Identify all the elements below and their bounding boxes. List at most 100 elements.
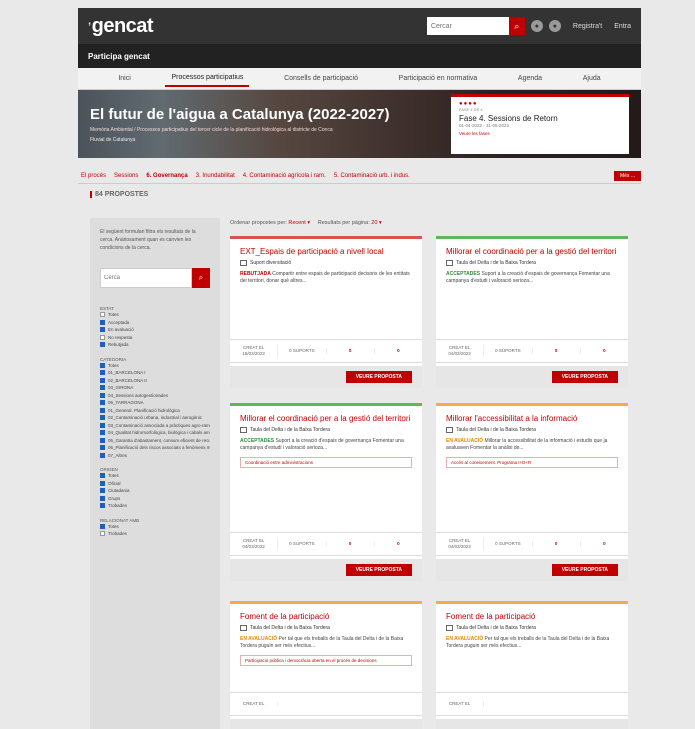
sort-dropdown[interactable]: Recent ▾: [288, 220, 310, 226]
header-search-input[interactable]: [426, 17, 509, 35]
nav-item-inici[interactable]: Inici: [112, 71, 136, 86]
filter-checkbox[interactable]: [100, 480, 105, 486]
nav-item-agenda[interactable]: Agenda: [512, 71, 548, 86]
filter-option[interactable]: 04_Qualitat hidromorfològica, biològica …: [100, 429, 210, 437]
filter-checkbox[interactable]: [100, 362, 105, 368]
nav-item-normativa[interactable]: Participació en normativa: [393, 71, 484, 86]
filter-option[interactable]: 02_BARCELONA II: [100, 377, 210, 385]
proposal-tag[interactable]: Accés al coneixement. Programa I+D+R: [446, 457, 618, 468]
filter-checkbox[interactable]: [100, 407, 105, 413]
filter-option[interactable]: No respesta: [100, 334, 210, 342]
nav-item-ajuda[interactable]: Ajuda: [577, 71, 607, 86]
sort-bar: Ordenar propostes per: Recent ▾ Resultat…: [230, 220, 382, 226]
filter-option[interactable]: 04_Sessions autogestionades: [100, 392, 210, 400]
filter-checkbox[interactable]: [100, 430, 105, 436]
filter-checkbox[interactable]: [100, 437, 105, 443]
accessibility-icon[interactable]: ●: [548, 20, 561, 32]
per-page-dropdown[interactable]: 20 ▾: [371, 220, 381, 226]
nav-item-consells[interactable]: Consells de participació: [278, 71, 364, 86]
filter-option[interactable]: Grups: [100, 495, 210, 503]
proposal-title[interactable]: Millorar el coordinació per a la gestió …: [446, 247, 618, 257]
filter-option[interactable]: Ciutadania: [100, 487, 210, 495]
filter-option[interactable]: Trobades: [100, 502, 210, 510]
filter-checkbox[interactable]: [100, 377, 105, 383]
proposal-card[interactable]: Millorar l'accessibilitat a la informaci…: [436, 403, 628, 581]
filter-checkbox[interactable]: [100, 415, 105, 421]
created-date: 04/03/2022: [242, 544, 265, 549]
filter-option[interactable]: 01_BARCELONA I: [100, 369, 210, 377]
view-proposal-button[interactable]: VEURE PROPOSTA: [345, 564, 412, 576]
language-icon[interactable]: ●: [530, 20, 543, 32]
filter-option[interactable]: Totes: [100, 472, 210, 480]
section-contaminacio-agricola[interactable]: 4. Contaminació agrícola i ram.: [243, 173, 326, 179]
proposal-title[interactable]: EXT_Espais de participació a nivell loca…: [240, 247, 412, 257]
view-proposal-button[interactable]: VEURE PROPOSTA: [551, 371, 618, 383]
filter-option[interactable]: 05_TARRAGONA: [100, 399, 210, 407]
section-contaminacio-urbana[interactable]: 5. Contaminació urb. i indus.: [334, 173, 410, 179]
filter-option[interactable]: 01_General. Planificació hidrològica: [100, 407, 210, 415]
gencat-logo[interactable]: ’gencat: [88, 15, 154, 38]
site-title[interactable]: Participa gencat: [88, 52, 150, 61]
filter-checkbox[interactable]: [100, 327, 105, 333]
filter-checkbox[interactable]: [100, 473, 105, 479]
section-inundabilitat[interactable]: 3. Inundabilitat: [196, 173, 235, 179]
filter-checkbox[interactable]: [100, 495, 105, 501]
proposal-tag[interactable]: Coordinació entre administracions: [240, 457, 412, 468]
filter-checkbox[interactable]: [100, 392, 105, 398]
filter-checkbox[interactable]: [100, 370, 105, 376]
filter-option[interactable]: Rebutjada: [100, 341, 210, 349]
proposal-title[interactable]: Millorar l'accessibilitat a la informaci…: [446, 414, 618, 424]
filter-checkbox[interactable]: [100, 422, 105, 428]
login-link[interactable]: Entra: [614, 23, 631, 30]
filter-checkbox[interactable]: [100, 319, 105, 325]
filter-option[interactable]: Acceptada: [100, 319, 210, 327]
proposal-card[interactable]: Millorar el coordinació per a la gestió …: [230, 403, 422, 581]
filter-option[interactable]: En avaluació: [100, 326, 210, 334]
filter-checkbox[interactable]: [100, 334, 105, 340]
filter-checkbox[interactable]: [100, 452, 105, 458]
filter-option[interactable]: 03_GIRONA: [100, 384, 210, 392]
filter-checkbox[interactable]: [100, 531, 105, 537]
search-icon[interactable]: ⌕: [192, 268, 210, 288]
section-governanca[interactable]: 6. Governança: [146, 173, 187, 179]
filter-checkbox[interactable]: [100, 385, 105, 391]
view-proposal-button[interactable]: VEURE PROPOSTA: [551, 564, 618, 576]
search-icon[interactable]: ⌕: [508, 17, 525, 35]
filter-option-label: Ciutadania: [108, 488, 130, 494]
filter-search-input[interactable]: [100, 268, 192, 288]
filter-option[interactable]: Totes: [100, 523, 210, 531]
page: ’gencat ⌕ ● ● Registra't Entra Participa…: [0, 0, 695, 729]
filter-option[interactable]: 07_Altres: [100, 452, 210, 460]
filter-option[interactable]: Totes: [100, 311, 210, 319]
proposal-tag[interactable]: Participació pública i democràcia oberta…: [240, 655, 412, 666]
filter-checkbox[interactable]: [100, 488, 105, 494]
filter-checkbox[interactable]: [100, 523, 105, 529]
proposal-title[interactable]: Foment de la participació: [240, 612, 412, 622]
proposal-title[interactable]: Millorar el coordinació per a la gestió …: [240, 414, 412, 424]
header-search: ⌕: [426, 17, 525, 35]
filter-checkbox[interactable]: [100, 342, 105, 348]
proposal-card[interactable]: EXT_Espais de participació a nivell loca…: [230, 236, 422, 388]
filter-checkbox[interactable]: [100, 503, 105, 509]
proposal-card[interactable]: Foment de la participació Taula del Delta…: [230, 601, 422, 729]
filter-checkbox[interactable]: [100, 312, 105, 318]
section-sessions[interactable]: Sessions: [114, 173, 138, 179]
filter-option[interactable]: Oficial: [100, 480, 210, 488]
filter-option[interactable]: 03_Contaminació associada a pràctiques a…: [100, 422, 210, 430]
proposal-card[interactable]: Millorar el coordinació per a la gestió …: [436, 236, 628, 388]
section-el-proces[interactable]: El procés: [81, 173, 106, 179]
filter-checkbox[interactable]: [100, 400, 105, 406]
filter-option[interactable]: 02_Contaminació urbana, industrial i aer…: [100, 414, 210, 422]
filter-option[interactable]: 06_Planificació dels riscos associats a …: [100, 444, 210, 452]
nav-item-processos[interactable]: Processos participatius: [165, 70, 250, 87]
more-sections-button[interactable]: Més ...: [613, 170, 641, 181]
proposal-card[interactable]: Foment de la participació Taula del Delta…: [436, 601, 628, 729]
filter-option[interactable]: Trobades: [100, 530, 210, 538]
filter-option[interactable]: 05_Garantia d'abastament, consum eficien…: [100, 437, 210, 445]
filter-checkbox[interactable]: [100, 445, 105, 451]
view-proposal-button[interactable]: VEURE PROPOSTA: [345, 371, 412, 383]
proposal-title[interactable]: Foment de la participació: [446, 612, 618, 622]
filter-option[interactable]: Totes: [100, 362, 210, 370]
phase-link[interactable]: Veure les fases: [459, 131, 621, 136]
register-link[interactable]: Registra't: [573, 23, 602, 30]
